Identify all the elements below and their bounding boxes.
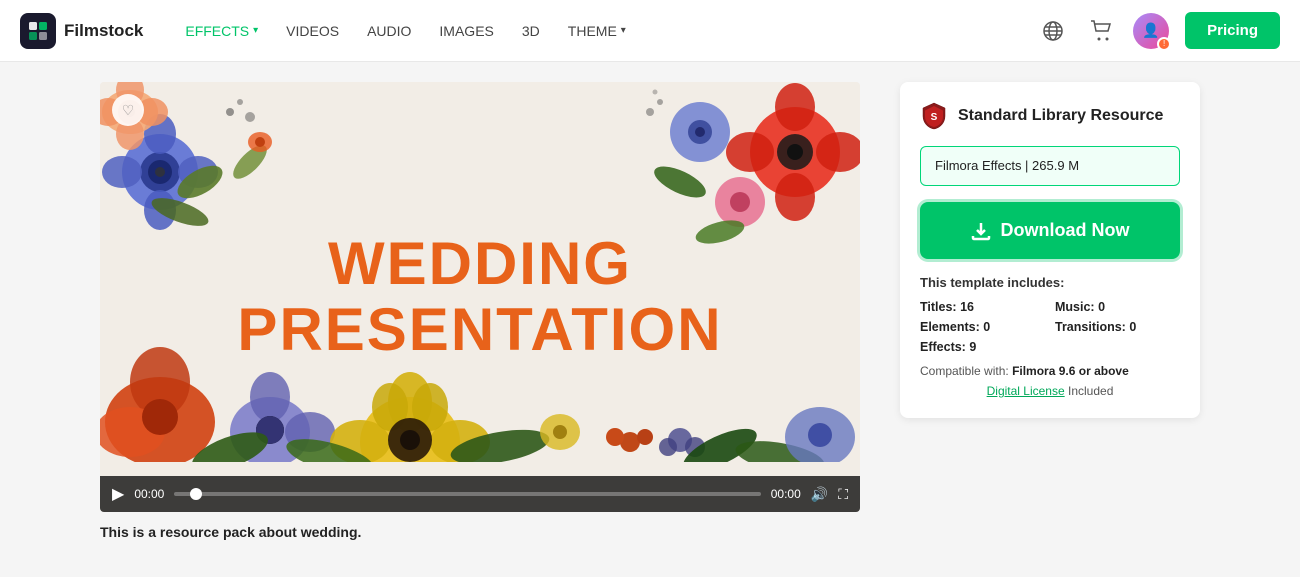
resource-title: Standard Library Resource	[958, 107, 1163, 125]
main-nav: EFFECTS ▾ VIDEOS AUDIO IMAGES 3D THEME ▾	[173, 15, 1037, 47]
wedding-line2: PRESENTATION	[237, 297, 722, 363]
logo-area[interactable]: Filmstock	[20, 13, 143, 49]
cart-icon[interactable]	[1085, 15, 1117, 47]
nav-3d[interactable]: 3D	[510, 15, 552, 47]
header: Filmstock EFFECTS ▾ VIDEOS AUDIO IMAGES …	[0, 0, 1300, 62]
nav-theme[interactable]: THEME ▾	[556, 15, 638, 47]
chevron-down-icon-theme: ▾	[621, 25, 626, 36]
nav-images[interactable]: IMAGES	[427, 15, 505, 47]
progress-indicator	[190, 488, 202, 500]
chevron-down-icon: ▾	[253, 25, 258, 36]
file-info-text: Filmora Effects | 265.9 M	[935, 158, 1079, 173]
header-right: 👤 ! Pricing	[1037, 12, 1280, 49]
resource-description: This is a resource pack about wedding.	[100, 524, 876, 540]
shield-icon: S	[920, 102, 948, 130]
video-player: ♡	[100, 82, 860, 512]
end-time: 00:00	[771, 487, 801, 501]
current-time: 00:00	[134, 487, 164, 501]
fullscreen-button[interactable]: ⛶	[838, 486, 848, 503]
sidebar: S Standard Library Resource Filmora Effe…	[900, 82, 1200, 418]
stat-titles: Titles: 16	[920, 300, 1045, 314]
stat-elements: Elements: 0	[920, 320, 1045, 334]
stat-music: Music: 0	[1055, 300, 1180, 314]
template-stats-grid: Titles: 16 Music: 0 Elements: 0 Transiti…	[920, 300, 1180, 354]
avatar[interactable]: 👤 !	[1133, 13, 1169, 49]
license-text: Digital License Included	[920, 384, 1180, 398]
file-info-box: Filmora Effects | 265.9 M	[920, 146, 1180, 186]
video-bg: ♡	[100, 82, 860, 512]
pricing-button[interactable]: Pricing	[1185, 12, 1280, 49]
wedding-title-text: WEDDING PRESENTATION	[237, 231, 722, 363]
favorite-button[interactable]: ♡	[112, 94, 144, 126]
progress-bar[interactable]	[174, 492, 760, 496]
compatible-value: Filmora 9.6 or above	[1012, 364, 1129, 378]
stat-transitions: Transitions: 0	[1055, 320, 1180, 334]
template-includes-label: This template includes:	[920, 275, 1180, 290]
resource-header: S Standard Library Resource	[920, 102, 1180, 130]
download-icon	[971, 221, 991, 241]
wedding-line1: WEDDING	[237, 231, 722, 297]
svg-text:S: S	[931, 112, 938, 123]
play-button[interactable]: ▶	[112, 484, 124, 504]
video-controls: ▶ 00:00 00:00 🔊 ⛶	[100, 476, 860, 512]
video-container: ♡	[100, 82, 876, 540]
nav-audio[interactable]: AUDIO	[355, 15, 423, 47]
stat-effects: Effects: 9	[920, 340, 1045, 354]
nav-videos[interactable]: VIDEOS	[274, 15, 351, 47]
logo-text: Filmstock	[64, 21, 143, 41]
main-content: ♡	[0, 62, 1300, 577]
avatar-badge: !	[1157, 37, 1171, 51]
logo-icon	[20, 13, 56, 49]
digital-license-link[interactable]: Digital License	[987, 384, 1065, 398]
globe-icon[interactable]	[1037, 15, 1069, 47]
download-button[interactable]: Download Now	[920, 202, 1180, 259]
compatible-text: Compatible with: Filmora 9.6 or above	[920, 364, 1180, 378]
license-suffix: Included	[1068, 384, 1113, 398]
nav-effects[interactable]: EFFECTS ▾	[173, 15, 270, 47]
volume-button[interactable]: 🔊	[811, 486, 828, 503]
